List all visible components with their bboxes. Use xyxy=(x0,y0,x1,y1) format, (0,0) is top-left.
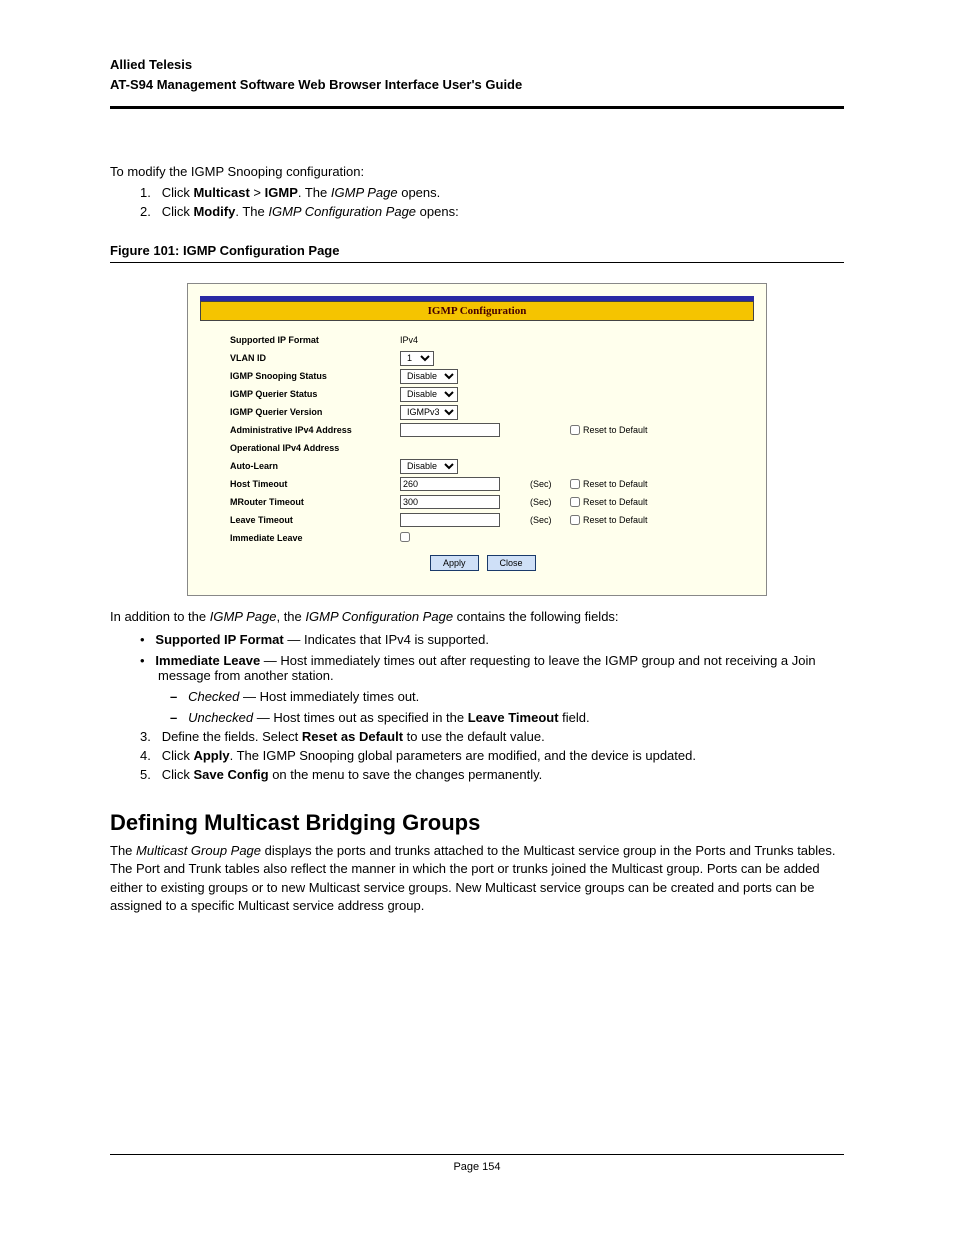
document-page: Allied Telesis AT-S94 Management Softwar… xyxy=(0,0,954,1235)
intro-text: To modify the IGMP Snooping configuratio… xyxy=(110,164,844,179)
value-supported-ip: IPv4 xyxy=(400,335,530,345)
field-name: Immediate Leave xyxy=(155,653,260,668)
step-2: 2. Click Modify. The IGMP Configuration … xyxy=(110,204,844,219)
reset-label: Reset to Default xyxy=(583,497,648,507)
running-header: Allied Telesis AT-S94 Management Softwar… xyxy=(110,55,844,94)
form-area: Supported IP Format IPv4 VLAN ID 1 IGMP … xyxy=(200,321,754,583)
mrouter-timeout-input[interactable] xyxy=(400,495,500,509)
option-name: Unchecked xyxy=(188,710,253,725)
sec-suffix: (Sec) xyxy=(530,515,570,525)
list-number: 5. xyxy=(140,767,151,782)
step-5: 5. Click Save Config on the menu to save… xyxy=(110,767,844,782)
sec-suffix: (Sec) xyxy=(530,479,570,489)
header-title: AT-S94 Management Software Web Browser I… xyxy=(110,75,844,95)
bullet-checked: – Checked — Host immediately times out. xyxy=(110,689,844,704)
footer-rule xyxy=(110,1154,844,1155)
reset-host-checkbox[interactable] xyxy=(570,479,580,489)
label-immediate-leave: Immediate Leave xyxy=(230,533,400,543)
apply-button[interactable]: Apply xyxy=(430,555,479,571)
label-leave-timeout: Leave Timeout xyxy=(230,515,400,525)
list-number: 2. xyxy=(140,204,151,219)
reset-leave-checkbox[interactable] xyxy=(570,515,580,525)
action-ref: Save Config xyxy=(193,767,268,782)
label-host-timeout: Host Timeout xyxy=(230,479,400,489)
bullet-icon: • xyxy=(140,653,145,668)
list-number: 1. xyxy=(140,185,151,200)
bullet-icon: – xyxy=(170,710,177,725)
immediate-leave-checkbox[interactable] xyxy=(400,532,410,542)
page-ref: IGMP Configuration Page xyxy=(305,609,453,624)
field-name: Supported IP Format xyxy=(155,632,283,647)
action-ref: Reset as Default xyxy=(302,729,403,744)
modify-action: Modify xyxy=(193,204,235,219)
dialog-title: IGMP Configuration xyxy=(200,301,754,321)
label-oper-ipv4: Operational IPv4 Address xyxy=(230,443,400,453)
page-number: Page 154 xyxy=(0,1161,954,1173)
bullet-icon: • xyxy=(140,632,145,647)
figure-title: IGMP Configuration Page xyxy=(183,243,340,258)
field-ref: Leave Timeout xyxy=(468,710,559,725)
bullet-supported-ip: • Supported IP Format — Indicates that I… xyxy=(110,632,844,647)
reset-label: Reset to Default xyxy=(583,515,648,525)
sec-suffix: (Sec) xyxy=(530,497,570,507)
breadcrumb-igmp: IGMP xyxy=(265,185,298,200)
figure-caption: Figure 101: IGMP Configuration Page xyxy=(110,243,844,258)
header-company: Allied Telesis xyxy=(110,55,844,75)
label-mrouter-timeout: MRouter Timeout xyxy=(230,497,400,507)
label-auto-learn: Auto-Learn xyxy=(230,461,400,471)
option-name: Checked xyxy=(188,689,239,704)
section-paragraph: The Multicast Group Page displays the po… xyxy=(110,842,844,915)
bullet-icon: – xyxy=(170,689,177,704)
list-number: 4. xyxy=(140,748,151,763)
vlan-id-select[interactable]: 1 xyxy=(400,351,434,366)
step-3: 3. Define the fields. Select Reset as De… xyxy=(110,729,844,744)
page-ref: Multicast Group Page xyxy=(136,843,261,858)
bullet-unchecked: – Unchecked — Host times out as specifie… xyxy=(110,710,844,725)
config-panel: IGMP Configuration Supported IP Format I… xyxy=(187,283,767,596)
list-number: 3. xyxy=(140,729,151,744)
breadcrumb-multicast: Multicast xyxy=(193,185,249,200)
label-vlan-id: VLAN ID xyxy=(230,353,400,363)
bullet-immediate-leave: • Immediate Leave — Host immediately tim… xyxy=(110,653,844,683)
reset-admin-ipv4-checkbox[interactable] xyxy=(570,425,580,435)
close-button[interactable]: Close xyxy=(487,555,536,571)
label-querier-status: IGMP Querier Status xyxy=(230,389,400,399)
post-figure-text: In addition to the IGMP Page, the IGMP C… xyxy=(110,608,844,626)
querier-status-select[interactable]: Disable xyxy=(400,387,458,402)
label-snooping-status: IGMP Snooping Status xyxy=(230,371,400,381)
leave-timeout-input[interactable] xyxy=(400,513,500,527)
reset-mrouter-checkbox[interactable] xyxy=(570,497,580,507)
page-ref: IGMP Page xyxy=(210,609,277,624)
admin-ipv4-input[interactable] xyxy=(400,423,500,437)
host-timeout-input[interactable] xyxy=(400,477,500,491)
page-ref: IGMP Page xyxy=(331,185,398,200)
figure-number: Figure 101: xyxy=(110,243,179,258)
label-querier-version: IGMP Querier Version xyxy=(230,407,400,417)
querier-version-select[interactable]: IGMPv3 xyxy=(400,405,458,420)
caption-rule xyxy=(110,262,844,263)
figure-container: IGMP Configuration Supported IP Format I… xyxy=(110,283,844,596)
step-1: 1. Click Multicast > IGMP. The IGMP Page… xyxy=(110,185,844,200)
header-rule xyxy=(110,106,844,109)
auto-learn-select[interactable]: Disable xyxy=(400,459,458,474)
step-4: 4. Click Apply. The IGMP Snooping global… xyxy=(110,748,844,763)
reset-label: Reset to Default xyxy=(583,479,648,489)
reset-label: Reset to Default xyxy=(583,425,648,435)
label-supported-ip: Supported IP Format xyxy=(230,335,400,345)
section-heading: Defining Multicast Bridging Groups xyxy=(110,810,844,836)
snooping-status-select[interactable]: Disable xyxy=(400,369,458,384)
label-admin-ipv4: Administrative IPv4 Address xyxy=(230,425,400,435)
page-ref: IGMP Configuration Page xyxy=(268,204,416,219)
action-ref: Apply xyxy=(193,748,229,763)
